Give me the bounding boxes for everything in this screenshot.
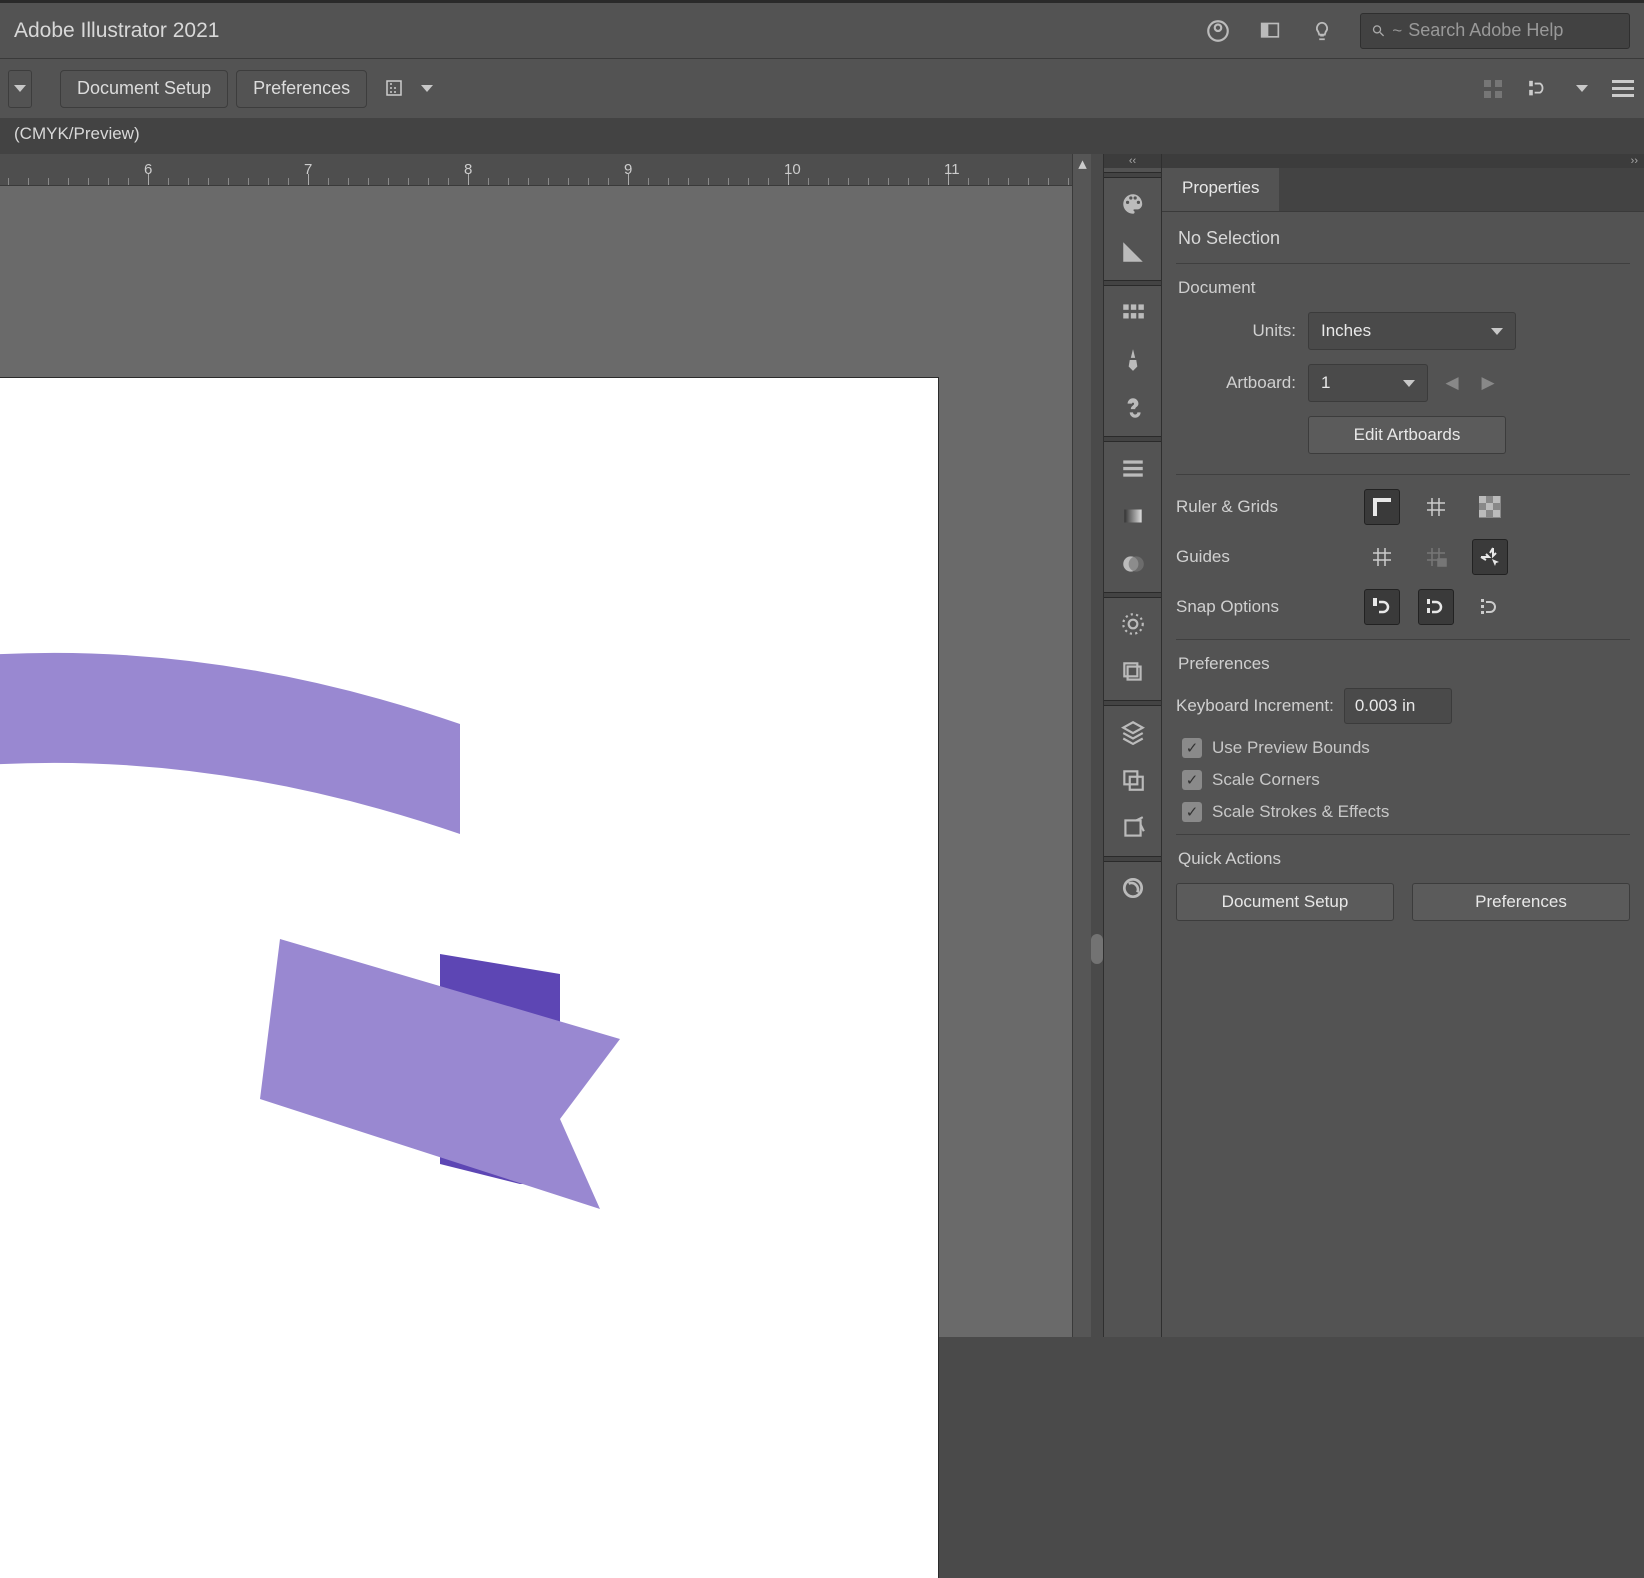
edit-artboards-button[interactable]: Edit Artboards	[1308, 416, 1506, 454]
brushes-icon[interactable]	[1104, 336, 1161, 384]
canvas-area[interactable]: 67891011 ▴	[0, 154, 1103, 1337]
artboard-label: Artboard:	[1176, 373, 1296, 393]
keyboard-increment-label: Keyboard Increment:	[1176, 696, 1334, 716]
section-preferences-title: Preferences	[1178, 654, 1630, 674]
properties-panel: ›› Properties No Selection Document Unit…	[1161, 154, 1644, 1337]
preferences-button[interactable]: Preferences	[236, 70, 367, 108]
scale-corners-checkbox[interactable]: ✓	[1182, 770, 1202, 790]
list-view-icon[interactable]	[1610, 76, 1636, 102]
options-bar: Document Setup Preferences	[0, 58, 1644, 118]
scale-corners-label: Scale Corners	[1212, 770, 1320, 790]
transparency-icon[interactable]	[1104, 540, 1161, 588]
search-box[interactable]: ~	[1360, 13, 1630, 49]
cloud-sync-icon[interactable]	[1204, 17, 1232, 45]
toggle-rulers-icon[interactable]	[1364, 489, 1400, 525]
tab-properties[interactable]: Properties	[1162, 168, 1279, 211]
appearance-icon[interactable]	[1104, 600, 1161, 648]
smart-guides-icon[interactable]	[1472, 539, 1508, 575]
snap-to-point-icon[interactable]	[1364, 589, 1400, 625]
units-label: Units:	[1176, 321, 1296, 341]
layers-icon[interactable]	[1104, 708, 1161, 756]
toggle-grid-icon[interactable]	[1418, 489, 1454, 525]
graphic-styles-icon[interactable]	[1104, 648, 1161, 696]
artboard-select[interactable]: 1	[1308, 364, 1428, 402]
qa-document-setup-button[interactable]: Document Setup	[1176, 883, 1394, 921]
swatches-icon[interactable]	[1104, 288, 1161, 336]
snap-to-grid-icon[interactable]	[1418, 589, 1454, 625]
panel-expand-icon[interactable]: ››	[1162, 154, 1644, 168]
keyboard-increment-input[interactable]	[1344, 688, 1452, 724]
title-bar: Adobe Illustrator 2021 ~	[0, 0, 1644, 58]
arrange-documents-icon[interactable]	[1256, 17, 1284, 45]
snap-to-pixel-icon[interactable]	[1472, 589, 1508, 625]
align-to-icon[interactable]	[381, 75, 409, 103]
dock-collapse-icon[interactable]: ‹‹	[1104, 154, 1161, 168]
ruler-grids-label: Ruler & Grids	[1176, 497, 1320, 517]
artboard-prev-icon[interactable]: ◀	[1440, 371, 1464, 395]
symbols-icon[interactable]	[1104, 384, 1161, 432]
document-setup-button[interactable]: Document Setup	[60, 70, 228, 108]
qa-preferences-button[interactable]: Preferences	[1412, 883, 1630, 921]
color-palette-icon[interactable]	[1104, 180, 1161, 228]
gradient-icon[interactable]	[1104, 492, 1161, 540]
discover-icon[interactable]	[1308, 17, 1336, 45]
toggle-guides-icon[interactable]	[1364, 539, 1400, 575]
chevron-down-icon	[1403, 380, 1415, 387]
scale-strokes-checkbox[interactable]: ✓	[1182, 802, 1202, 822]
ribbon-bottom-shape	[0, 779, 660, 1219]
artboards-icon[interactable]	[1104, 804, 1161, 852]
section-quick-actions-title: Quick Actions	[1178, 849, 1630, 869]
snap-options-icon[interactable]	[1528, 76, 1554, 102]
color-guide-icon[interactable]	[1104, 228, 1161, 276]
align-dropdown-icon[interactable]	[421, 85, 433, 92]
app-title: Adobe Illustrator 2021	[14, 19, 219, 43]
libraries-icon[interactable]	[1104, 864, 1161, 912]
stroke-icon[interactable]	[1104, 444, 1161, 492]
grid-view-icon[interactable]	[1480, 76, 1506, 102]
use-preview-bounds-label: Use Preview Bounds	[1212, 738, 1370, 758]
lock-guides-icon[interactable]	[1418, 539, 1454, 575]
selection-status: No Selection	[1178, 228, 1630, 249]
panel-dock: ‹‹	[1103, 154, 1161, 1337]
asset-export-icon[interactable]	[1104, 756, 1161, 804]
search-input[interactable]	[1408, 20, 1619, 41]
snap-options-label: Snap Options	[1176, 597, 1320, 617]
snap-dropdown-icon[interactable]	[1576, 85, 1588, 92]
scale-strokes-label: Scale Strokes & Effects	[1212, 802, 1389, 822]
horizontal-ruler[interactable]: 67891011	[0, 154, 1072, 186]
scroll-handle[interactable]	[1091, 934, 1103, 964]
scroll-up-icon[interactable]: ▴	[1073, 154, 1092, 174]
panel-collapse-gutter[interactable]	[1091, 154, 1103, 1337]
guides-label: Guides	[1176, 547, 1320, 567]
selection-menu-dropdown[interactable]	[8, 70, 32, 108]
units-select[interactable]: Inches	[1308, 312, 1516, 350]
vertical-scrollbar[interactable]: ▴	[1072, 154, 1091, 1337]
section-document-title: Document	[1178, 278, 1630, 298]
use-preview-bounds-checkbox[interactable]: ✓	[1182, 738, 1202, 758]
toggle-transparency-grid-icon[interactable]	[1472, 489, 1508, 525]
document-tab[interactable]: (CMYK/Preview)	[0, 118, 154, 154]
chevron-down-icon	[1491, 328, 1503, 335]
artboard-next-icon[interactable]: ▶	[1476, 371, 1500, 395]
document-tab-bar: (CMYK/Preview)	[0, 118, 1644, 154]
